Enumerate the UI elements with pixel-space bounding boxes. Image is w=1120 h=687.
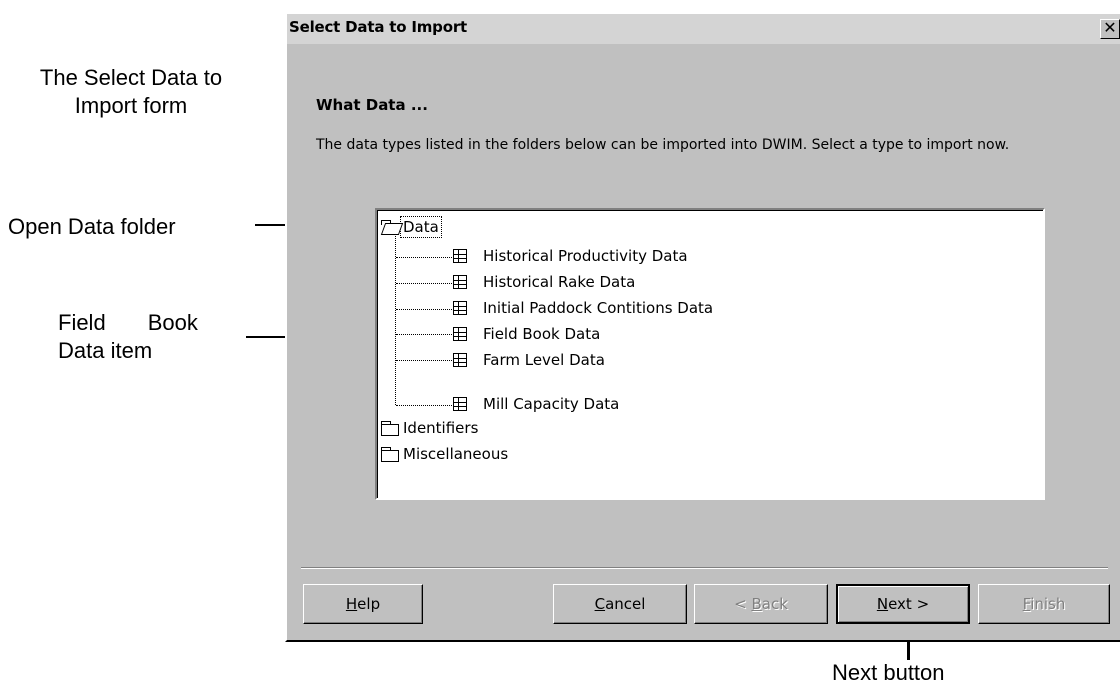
tree-item-initial-paddock[interactable]: Initial Paddock Contitions Data	[453, 298, 715, 318]
close-button[interactable]: ✕	[1100, 19, 1120, 39]
back-mnemonic: B	[751, 595, 762, 613]
tree-item-label: Historical Productivity Data	[483, 247, 688, 265]
tree-connector	[396, 283, 452, 284]
tree-item-label: Field Book Data	[483, 325, 601, 343]
next-mnemonic: N	[876, 595, 889, 613]
annotation-field-book: Field Book Data item	[58, 309, 198, 365]
tree-item-field-book[interactable]: Field Book Data	[453, 324, 602, 344]
tree-connector	[396, 334, 452, 335]
open-folder-icon	[380, 220, 404, 235]
table-icon	[453, 301, 467, 315]
tree-connector	[396, 257, 452, 258]
tree-item-farm-level[interactable]: Farm Level Data	[453, 350, 607, 370]
tree-item-label: Farm Level Data	[483, 351, 605, 369]
annotation-field-book-word2: Book	[147, 310, 198, 335]
table-icon	[453, 249, 467, 263]
tree-item-historical-productivity[interactable]: Historical Productivity Data	[453, 246, 690, 266]
tree-item-label: Mill Capacity Data	[483, 395, 620, 413]
annotation-field-book-line2: Data item	[58, 338, 153, 363]
tree-item-label: Historical Rake Data	[483, 273, 636, 291]
dialog-title: Select Data to Import	[289, 18, 467, 36]
back-prefix: <	[734, 595, 752, 613]
table-icon	[453, 397, 467, 411]
close-icon: ✕	[1103, 18, 1117, 37]
cancel-label: ancel	[605, 595, 646, 613]
tree-folder-identifiers[interactable]: Identifiers	[381, 418, 480, 438]
tree-folder-data[interactable]: Data	[380, 216, 442, 238]
data-tree-view[interactable]: Data Historical Productivity Data Histor…	[375, 208, 1045, 500]
title-bar[interactable]: Select Data to Import ✕	[287, 14, 1120, 44]
tree-connector	[396, 360, 452, 361]
tree-folder-miscellaneous[interactable]: Miscellaneous	[381, 444, 510, 464]
annotation-form-label-line2: Import form	[74, 93, 188, 118]
tree-folder-data-label: Data	[400, 216, 442, 238]
annotation-next-button: Next button	[832, 660, 945, 685]
tree-folder-label: Miscellaneous	[403, 445, 509, 463]
tree-item-mill-capacity[interactable]: Mill Capacity Data	[453, 394, 621, 414]
section-heading: What Data ...	[316, 96, 428, 114]
annotation-open-folder: Open Data folder	[8, 214, 176, 239]
tree-folder-label: Identifiers	[403, 419, 479, 437]
table-icon	[453, 353, 467, 367]
folder-icon	[381, 421, 399, 436]
back-button[interactable]: < Back	[694, 584, 828, 624]
annotation-form-label-line1: The Select Data to	[39, 65, 223, 90]
next-label: ext >	[888, 595, 930, 613]
finish-button[interactable]: Finish	[978, 584, 1110, 624]
cancel-button[interactable]: Cancel	[553, 584, 687, 624]
folder-icon	[381, 447, 399, 462]
select-data-dialog: Select Data to Import ✕ What Data ... Th…	[285, 12, 1120, 642]
table-icon	[453, 275, 467, 289]
back-label: ack	[761, 595, 788, 613]
help-label: elp	[357, 595, 381, 613]
help-mnemonic: H	[345, 595, 358, 613]
tree-item-label: Initial Paddock Contitions Data	[483, 299, 714, 317]
cancel-mnemonic: C	[594, 595, 606, 613]
tree-connector	[396, 309, 452, 310]
help-button[interactable]: Help	[303, 584, 423, 624]
button-separator	[301, 567, 1108, 569]
annotation-field-book-word1: Field	[58, 310, 106, 335]
instructions-text: The data types listed in the folders bel…	[316, 137, 1010, 153]
annotation-form-label: The Select Data to Import form	[6, 64, 256, 120]
tree-item-historical-rake[interactable]: Historical Rake Data	[453, 272, 637, 292]
next-button[interactable]: Next >	[836, 584, 970, 624]
finish-label: inish	[1030, 595, 1066, 613]
tree-connector	[396, 405, 452, 406]
table-icon	[453, 327, 467, 341]
